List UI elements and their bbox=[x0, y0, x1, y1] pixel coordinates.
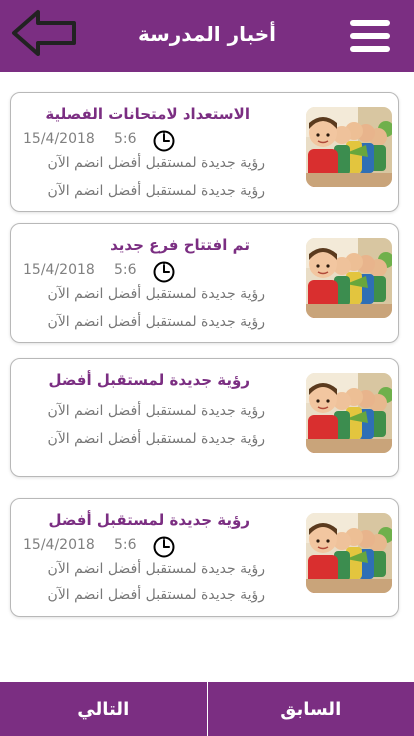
previous-button[interactable]: السابق bbox=[208, 682, 414, 736]
news-title: الاستعداد لامتحانات الفصلية bbox=[45, 105, 250, 123]
news-card[interactable]: تم افتتاح فرع جديد 15/4/2018 5:6 رؤية جد… bbox=[10, 223, 399, 343]
news-description: رؤية جديدة لمستقبل أفضل انضم الآن bbox=[47, 587, 265, 603]
news-thumbnail bbox=[306, 238, 392, 318]
news-description: رؤية جديدة لمستقبل أفضل انضم الآن bbox=[47, 183, 265, 199]
clock-icon bbox=[152, 129, 176, 153]
news-card[interactable]: رؤية جديدة لمستقبل أفضل 15/4/2018 5:6 رؤ… bbox=[10, 498, 399, 617]
news-title: رؤية جديدة لمستقبل أفضل bbox=[48, 371, 251, 389]
clock-icon bbox=[152, 260, 176, 284]
news-title: رؤية جديدة لمستقبل أفضل bbox=[48, 511, 251, 529]
menu-bar bbox=[350, 46, 390, 52]
next-button[interactable]: التالي bbox=[0, 682, 208, 736]
news-title: تم افتتاح فرع جديد bbox=[110, 236, 250, 254]
news-date: 15/4/2018 bbox=[23, 537, 95, 553]
news-card[interactable]: رؤية جديدة لمستقبل أفضل رؤية جديدة لمستق… bbox=[10, 358, 399, 477]
news-time: 5:6 bbox=[114, 537, 137, 553]
news-time: 5:6 bbox=[114, 131, 137, 147]
news-description: رؤية جديدة لمستقبل أفضل انضم الآن bbox=[47, 561, 265, 577]
hamburger-menu-icon[interactable] bbox=[350, 20, 394, 52]
news-thumbnail bbox=[306, 373, 392, 453]
pagination-footer: التالي السابق bbox=[0, 682, 414, 736]
news-description: رؤية جديدة لمستقبل أفضل انضم الآن bbox=[47, 286, 265, 302]
menu-bar bbox=[350, 33, 390, 39]
news-thumbnail bbox=[306, 107, 392, 187]
news-description: رؤية جديدة لمستقبل أفضل انضم الآن bbox=[47, 403, 265, 419]
news-time: 5:6 bbox=[114, 262, 137, 278]
news-description: رؤية جديدة لمستقبل أفضل انضم الآن bbox=[47, 431, 265, 447]
menu-bar bbox=[350, 20, 390, 26]
app-header: أخبار المدرسة bbox=[0, 0, 414, 72]
news-thumbnail bbox=[306, 513, 392, 593]
news-description: رؤية جديدة لمستقبل أفضل انضم الآن bbox=[47, 314, 265, 330]
news-card[interactable]: الاستعداد لامتحانات الفصلية 15/4/2018 5:… bbox=[10, 92, 399, 212]
news-date: 15/4/2018 bbox=[23, 262, 95, 278]
clock-icon bbox=[152, 535, 176, 559]
news-date: 15/4/2018 bbox=[23, 131, 95, 147]
news-description: رؤية جديدة لمستقبل أفضل انضم الآن bbox=[47, 155, 265, 171]
